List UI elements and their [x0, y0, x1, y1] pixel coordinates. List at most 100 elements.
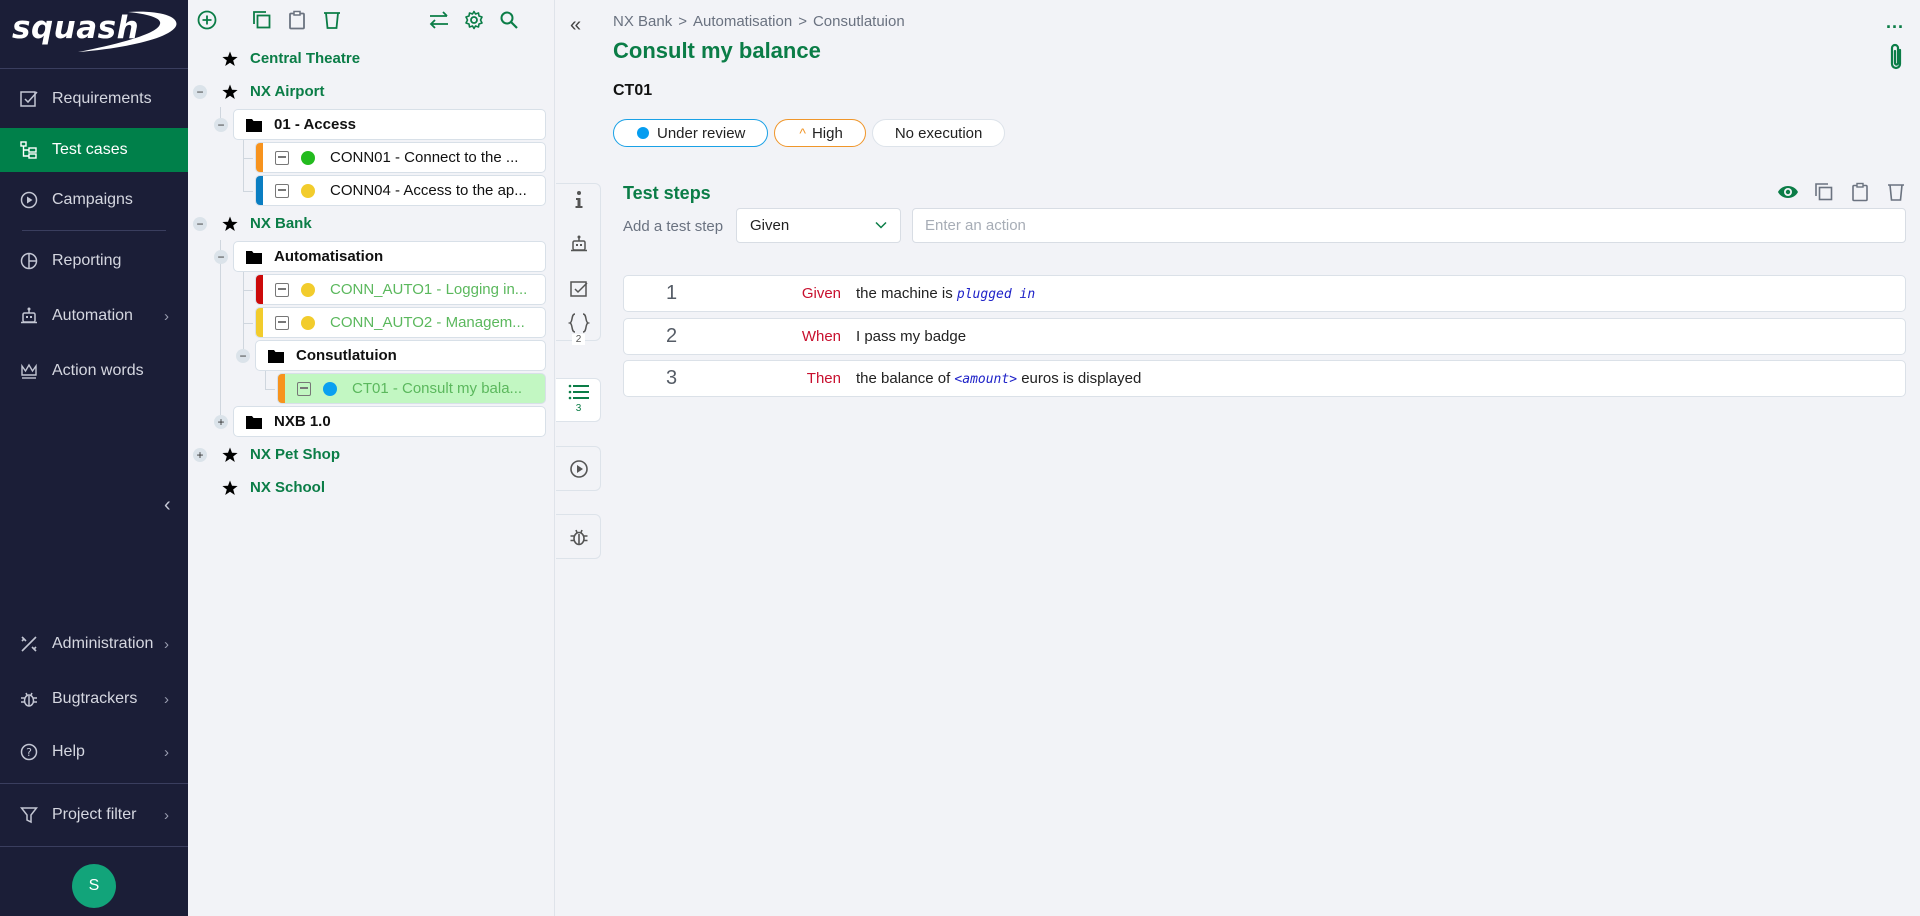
importance-bar: [256, 308, 263, 337]
action-words-icon: [18, 360, 40, 382]
nav-item-requirements[interactable]: Requirements: [0, 77, 188, 121]
breadcrumb-separator: >: [678, 13, 687, 30]
parameters-icon: [567, 313, 590, 333]
anchor-executions[interactable]: [556, 459, 601, 479]
nav-item-automation[interactable]: Automation ›: [0, 294, 188, 338]
importance-chip[interactable]: ^ High: [774, 119, 866, 147]
tree-folder[interactable]: 01 - Access: [233, 109, 546, 140]
chevron-right-icon: ›: [164, 806, 169, 824]
test-case-icon: [275, 282, 289, 297]
test-step-row[interactable]: 2 When I pass my badge: [623, 318, 1906, 355]
tree-test-case[interactable]: CONN01 - Connect to the ...: [255, 142, 546, 173]
info-icon: [575, 191, 582, 208]
execution-status-chip[interactable]: No execution: [871, 119, 1006, 147]
test-case-reference[interactable]: CT01: [613, 82, 652, 100]
step-keyword: When: [801, 328, 841, 345]
chevron-up-icon: ^: [799, 125, 806, 141]
collapse-nav-icon[interactable]: ‹: [164, 494, 171, 517]
delete-icon[interactable]: [1884, 180, 1908, 204]
test-step-row[interactable]: 3 Then the balance of <amount> euros is …: [623, 360, 1906, 397]
test-case-icon: [275, 183, 289, 198]
expand-toggle[interactable]: +: [193, 448, 207, 462]
add-icon[interactable]: [195, 8, 219, 32]
step-action: the balance of <amount> euros is display…: [856, 370, 1142, 387]
tree-connector: [243, 272, 244, 355]
user-avatar[interactable]: S: [72, 864, 116, 908]
status-dot: [637, 127, 649, 139]
tree-test-case[interactable]: CONN_AUTO1 - Logging in...: [255, 274, 546, 305]
tree-project[interactable]: NX Bank: [222, 208, 312, 239]
tree-project[interactable]: NX Airport: [222, 76, 324, 107]
tree-test-case[interactable]: CONN_AUTO2 - Managem...: [255, 307, 546, 338]
nav-item-action-words[interactable]: Action words: [0, 349, 188, 393]
chevron-right-icon: ›: [164, 690, 169, 708]
eye-icon[interactable]: [1776, 180, 1800, 204]
nav-item-reporting[interactable]: Reporting: [0, 239, 188, 283]
nav-item-help[interactable]: ? Help ›: [0, 730, 188, 774]
collapse-toggle[interactable]: −: [236, 349, 250, 363]
tree-project[interactable]: Central Theatre: [222, 43, 360, 74]
nav-item-project-filter[interactable]: Project filter ›: [0, 793, 188, 837]
parameters-count: 2: [571, 334, 586, 345]
collapse-toggle[interactable]: −: [214, 250, 228, 264]
squash-logo[interactable]: squash: [8, 8, 180, 54]
importance-bar: [278, 374, 285, 403]
anchor-parameters[interactable]: 2: [556, 313, 601, 345]
nav-item-administration[interactable]: Administration ›: [0, 622, 188, 666]
status-chip[interactable]: Under review: [613, 119, 769, 147]
test-cases-icon: [18, 139, 40, 161]
bugtrackers-icon: [18, 688, 40, 710]
action-input[interactable]: [912, 208, 1906, 243]
test-case-attributes: Under review ^ High No execution: [613, 119, 1006, 147]
collapse-toggle[interactable]: −: [193, 217, 207, 231]
page-title[interactable]: Consult my balance: [613, 38, 821, 64]
breadcrumb-separator: >: [798, 13, 807, 30]
copy-icon[interactable]: [250, 8, 274, 32]
tree-folder[interactable]: Consutlatuion: [255, 340, 546, 371]
test-steps-icon: [568, 384, 589, 400]
collapse-tree-icon[interactable]: «: [570, 14, 581, 37]
expand-toggle[interactable]: +: [214, 415, 228, 429]
anchor-prerequisites[interactable]: [556, 280, 601, 298]
chevron-down-icon: [875, 221, 887, 229]
collapse-toggle[interactable]: −: [193, 85, 207, 99]
attachment-icon[interactable]: [1888, 42, 1904, 76]
delete-icon[interactable]: [320, 8, 344, 32]
test-step-row[interactable]: 1 Given the machine is plugged in: [623, 275, 1906, 312]
test-case-icon: [297, 381, 311, 396]
test-case-tree: Central Theatre − NX Airport − 01 - Acce…: [188, 0, 555, 916]
tree-project[interactable]: NX Pet Shop: [222, 439, 340, 470]
anchor-issues[interactable]: [556, 527, 601, 547]
tree-test-case[interactable]: CONN04 - Access to the ap...: [255, 175, 546, 206]
add-test-step-label: Add a test step: [623, 218, 724, 235]
executions-icon: [569, 460, 588, 478]
anchor-test-steps[interactable]: 3: [556, 384, 601, 414]
folder-icon: [246, 118, 262, 132]
chevron-right-icon: ›: [164, 743, 169, 761]
paste-icon[interactable]: [1848, 180, 1872, 204]
transfer-icon[interactable]: [427, 8, 451, 32]
nav-item-bugtrackers[interactable]: Bugtrackers ›: [0, 677, 188, 721]
collapse-toggle[interactable]: −: [214, 118, 228, 132]
keyword-select[interactable]: Given: [736, 208, 901, 243]
more-options-icon[interactable]: ...: [1886, 12, 1904, 33]
tree-project[interactable]: NX School: [222, 472, 325, 503]
tree-folder[interactable]: NXB 1.0: [233, 406, 546, 437]
step-index: 2: [665, 325, 678, 347]
breadcrumb-item[interactable]: Consutlatuion: [813, 13, 905, 30]
paste-icon[interactable]: [285, 8, 309, 32]
tree-folder[interactable]: Automatisation: [233, 241, 546, 272]
breadcrumb-item[interactable]: Automatisation: [693, 13, 792, 30]
test-case-detail: « NX Bank > Automatisation > Consutlatui…: [556, 0, 1920, 916]
nav-item-test-cases[interactable]: Test cases: [0, 128, 188, 172]
breadcrumb-item[interactable]: NX Bank: [613, 13, 672, 30]
nav-item-campaigns[interactable]: Campaigns: [0, 178, 188, 222]
anchor-automation[interactable]: [556, 235, 601, 253]
test-case-icon: [275, 315, 289, 330]
copy-icon[interactable]: [1812, 180, 1836, 204]
tree-connector: [243, 323, 253, 324]
settings-icon[interactable]: [462, 8, 486, 32]
anchor-information[interactable]: [556, 190, 601, 210]
tree-test-case-selected[interactable]: CT01 - Consult my bala...: [277, 373, 546, 404]
search-icon[interactable]: [497, 8, 521, 32]
